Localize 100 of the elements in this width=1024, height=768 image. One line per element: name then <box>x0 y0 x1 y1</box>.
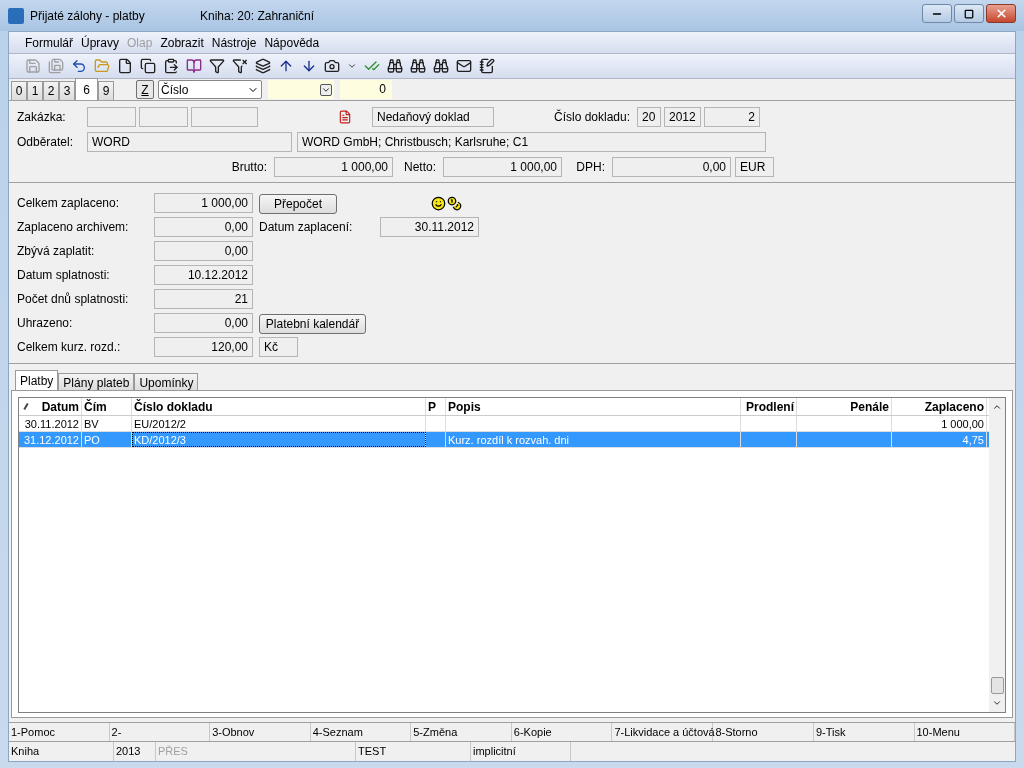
field-label: Zakázka: <box>17 108 67 126</box>
function-key[interactable]: 8-Storno <box>713 723 814 741</box>
function-key[interactable]: 4-Seznam <box>310 723 412 741</box>
close-button[interactable] <box>986 4 1016 23</box>
app-icon <box>8 7 24 24</box>
function-key[interactable]: 2- <box>109 723 211 741</box>
text-field[interactable]: 1 000,00 <box>154 193 253 213</box>
text-field[interactable] <box>191 106 258 127</box>
field-label: DPH: <box>575 158 606 176</box>
text-field[interactable]: 2 <box>704 106 760 127</box>
tab[interactable]: Plány plateb <box>58 373 135 390</box>
filter-dropdown[interactable] <box>268 80 334 99</box>
text-field[interactable]: 2012 <box>664 106 701 127</box>
paste-icon[interactable] <box>163 58 179 74</box>
tab[interactable]: 0 <box>11 81 27 100</box>
text-field[interactable]: 21 <box>154 289 253 309</box>
text-field[interactable]: 0,00 <box>154 313 253 333</box>
notepad-icon[interactable] <box>479 58 495 74</box>
binoculars-icon[interactable] <box>433 58 449 74</box>
minimize-button[interactable] <box>922 4 952 23</box>
table-cell-text: 4,75 <box>962 433 984 447</box>
text-field[interactable]: EUR <box>735 156 774 177</box>
mail-icon[interactable] <box>456 58 472 74</box>
count-field[interactable]: 0 <box>340 80 392 99</box>
doc-type-field[interactable]: Nedaňový doklad <box>372 106 494 127</box>
tab[interactable]: 2 <box>43 81 59 100</box>
field-label: Číslo dokladu: <box>554 108 632 126</box>
binoculars-icon[interactable] <box>387 58 403 74</box>
function-key[interactable]: 6-Kopie <box>511 723 613 741</box>
text-field[interactable]: 1 000,00 <box>443 156 562 177</box>
tab[interactable]: 9 <box>98 81 114 100</box>
caret-icon[interactable] <box>347 61 357 71</box>
tab[interactable]: Platby <box>15 370 59 390</box>
column-header[interactable]: Penále <box>797 398 892 415</box>
column-header[interactable]: P <box>426 398 446 415</box>
function-key[interactable]: 3-Obnov <box>210 723 311 741</box>
maximize-icon <box>964 8 974 19</box>
function-key[interactable]: 1-Pomoc <box>9 723 110 741</box>
field-label: Počet dnů splatnosti: <box>17 291 130 308</box>
scroll-up-icon[interactable] <box>992 402 1002 412</box>
text-field[interactable]: WORD GmbH; Christbusch; Karlsruhe; C1 <box>297 131 766 152</box>
column-header[interactable]: Zaplaceno <box>892 398 987 415</box>
caret-icon <box>320 83 332 96</box>
undo-icon[interactable] <box>71 58 87 74</box>
column-header[interactable]: Datum <box>19 398 82 415</box>
tab[interactable]: 3 <box>59 81 75 100</box>
text-field[interactable]: 10.12.2012 <box>154 265 253 285</box>
push-button[interactable]: Platební kalendář <box>259 314 366 334</box>
menu-item[interactable]: Formulář <box>25 33 73 52</box>
menu-item[interactable]: Zobrazit <box>160 33 204 52</box>
table-cell-text: PO <box>84 433 100 447</box>
function-key[interactable]: 5-Změna <box>411 723 512 741</box>
field-label: Datum splatnosti: <box>17 267 111 284</box>
file-icon[interactable] <box>117 58 133 74</box>
sort-button[interactable]: Z <box>136 80 154 99</box>
tab[interactable]: Upomínky <box>134 373 199 390</box>
function-key[interactable]: 10-Menu <box>914 723 1016 741</box>
sort-field-dropdown[interactable]: Číslo <box>158 80 262 99</box>
copy-icon[interactable] <box>140 58 156 74</box>
binoculars-icon[interactable] <box>410 58 426 74</box>
scroll-thumb[interactable] <box>990 677 1004 694</box>
text-field[interactable] <box>87 106 136 127</box>
text-field[interactable]: WORD <box>87 131 292 152</box>
layers-icon[interactable] <box>255 58 271 74</box>
field-label: Uhrazeno: <box>17 315 74 332</box>
sort-icon <box>23 402 29 411</box>
tab[interactable]: 6 <box>75 78 98 100</box>
column-header[interactable]: Prodlení <box>741 398 797 415</box>
text-field[interactable] <box>139 106 188 127</box>
book-icon[interactable] <box>186 58 202 74</box>
maximize-button[interactable] <box>954 4 984 23</box>
status-cell: 2013 <box>114 742 156 761</box>
column-header[interactable]: Číslo dokladu <box>132 398 426 415</box>
text-field[interactable]: 20 <box>637 106 661 127</box>
filter-icon[interactable] <box>232 58 248 74</box>
camera-icon[interactable] <box>324 58 340 74</box>
function-key[interactable]: 9-Tisk <box>813 723 915 741</box>
filter-icon[interactable] <box>209 58 225 74</box>
menu-item[interactable]: Nápověda <box>264 33 320 52</box>
field-label: Zbývá zaplatit: <box>17 243 96 260</box>
text-field[interactable]: 0,00 <box>612 156 731 177</box>
push-button[interactable]: Přepočet <box>259 194 337 214</box>
text-field[interactable]: Kč <box>259 337 298 357</box>
coins-icon <box>447 195 462 211</box>
scroll-down-icon[interactable] <box>992 698 1002 708</box>
field-label: Odběratel: <box>17 133 75 151</box>
column-header[interactable]: Čím <box>82 398 132 415</box>
menu-item[interactable]: Nástroje <box>211 33 257 52</box>
menu-item[interactable]: Úpravy <box>81 33 120 52</box>
column-header[interactable]: Popis <box>446 398 741 415</box>
text-field[interactable]: 0,00 <box>154 241 253 261</box>
status-cell: TEST <box>356 742 471 761</box>
function-key[interactable]: 7-Likvidace a účtová <box>612 723 714 741</box>
text-field[interactable]: 0,00 <box>154 217 253 237</box>
tab[interactable]: 1 <box>27 81 43 100</box>
text-field[interactable]: 30.11.2012 <box>380 217 479 237</box>
text-field[interactable]: 120,00 <box>154 337 253 357</box>
scrollbar[interactable] <box>989 398 1005 712</box>
status-cell: implicitní <box>471 742 571 761</box>
text-field[interactable]: 1 000,00 <box>274 156 393 177</box>
